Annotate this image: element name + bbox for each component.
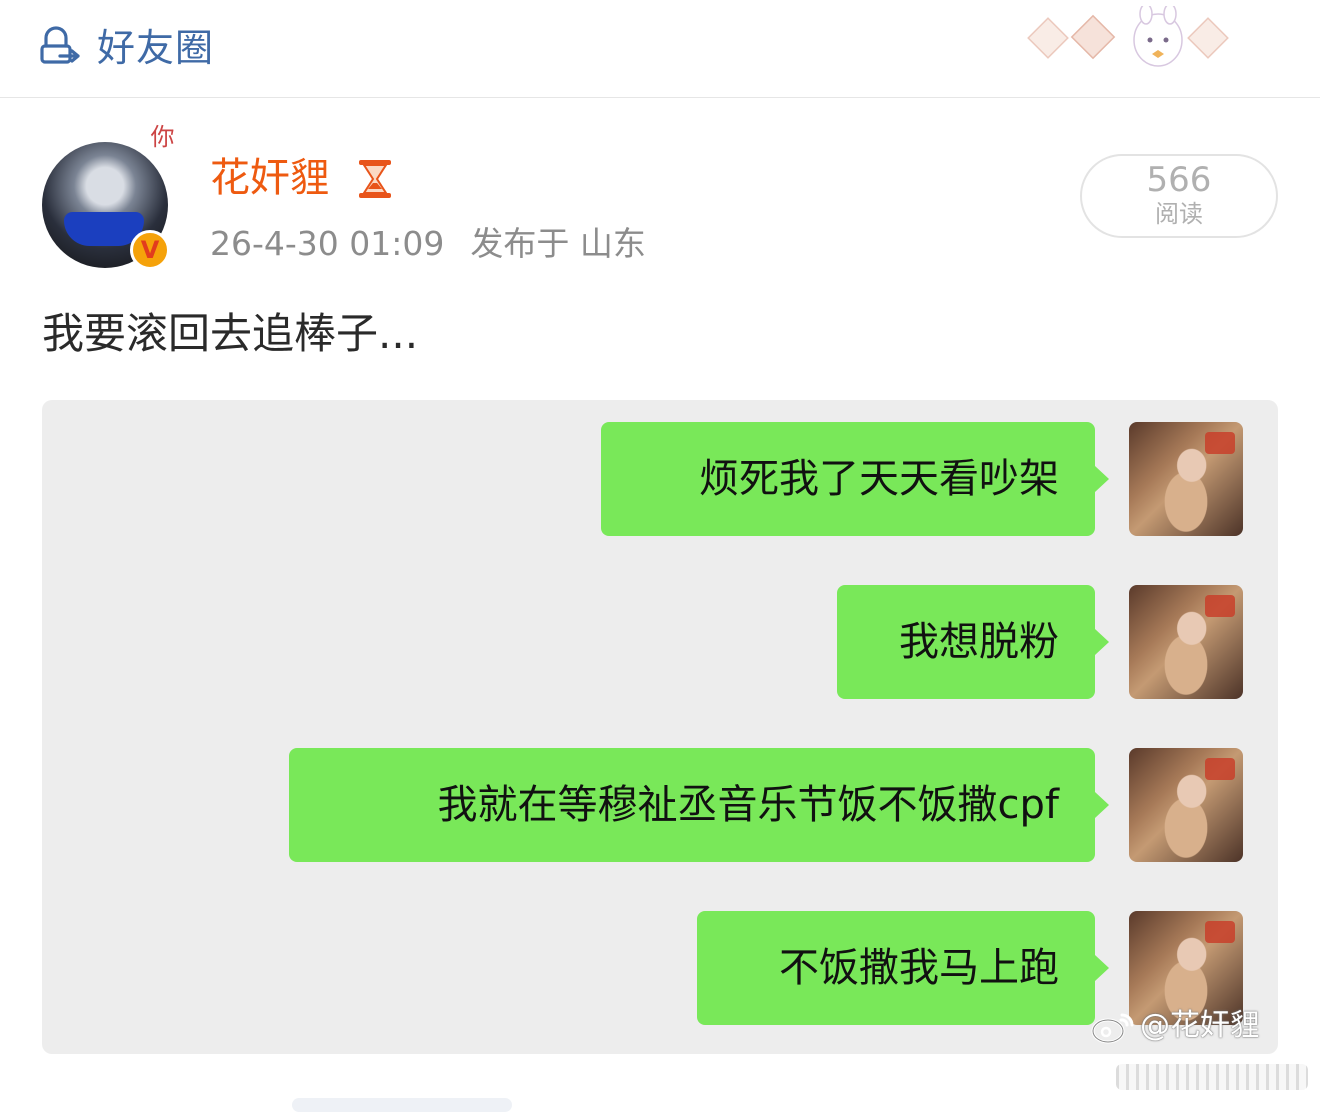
post-location: 发布于 山东 [470,224,646,263]
home-indicator [1116,1064,1308,1090]
bottom-pill [292,1098,512,1112]
decoration-sticker-icon [1027,6,1229,67]
chat-bubble: 我就在等穆祉丞音乐节饭不饭撒cpf [289,748,1109,862]
post-text: 我要滚回去追棒子... [42,309,419,358]
chat-avatar [1129,422,1243,536]
chat-bubble: 烦死我了天天看吵架 [601,422,1109,536]
watermark-text: @花奸貍 [1140,1008,1260,1043]
weibo-logo-icon [1091,1013,1134,1043]
page-title[interactable]: 好友圈 [97,24,214,72]
read-count-label: 阅读 [1155,200,1203,228]
hourglass-icon [359,160,391,198]
author-name[interactable]: 花奸貍 [210,152,330,204]
weibo-watermark: @花奸貍 [1090,1006,1260,1046]
chat-screenshot[interactable]: 烦死我了天天看吵架 我想脱粉 我就在等穆祉丞音乐节饭不饭撒cpf 不饭撒我马上跑 [42,400,1278,1054]
chat-bubble: 我想脱粉 [837,585,1109,699]
post-timestamp: 26-4-30 01:09 [210,224,445,263]
read-count: 566 [1146,160,1212,200]
friends-group-icon[interactable] [38,24,84,70]
chat-avatar [1129,748,1243,862]
chat-bubble: 不饭撒我马上跑 [697,911,1109,1025]
top-bar: 好友圈 [0,0,1320,98]
chat-avatar [1129,585,1243,699]
post-meta: 26-4-30 01:09 发布于 山东 [210,222,646,266]
verified-badge-icon: V [130,230,170,270]
read-count-badge: 566 阅读 [1080,154,1278,238]
